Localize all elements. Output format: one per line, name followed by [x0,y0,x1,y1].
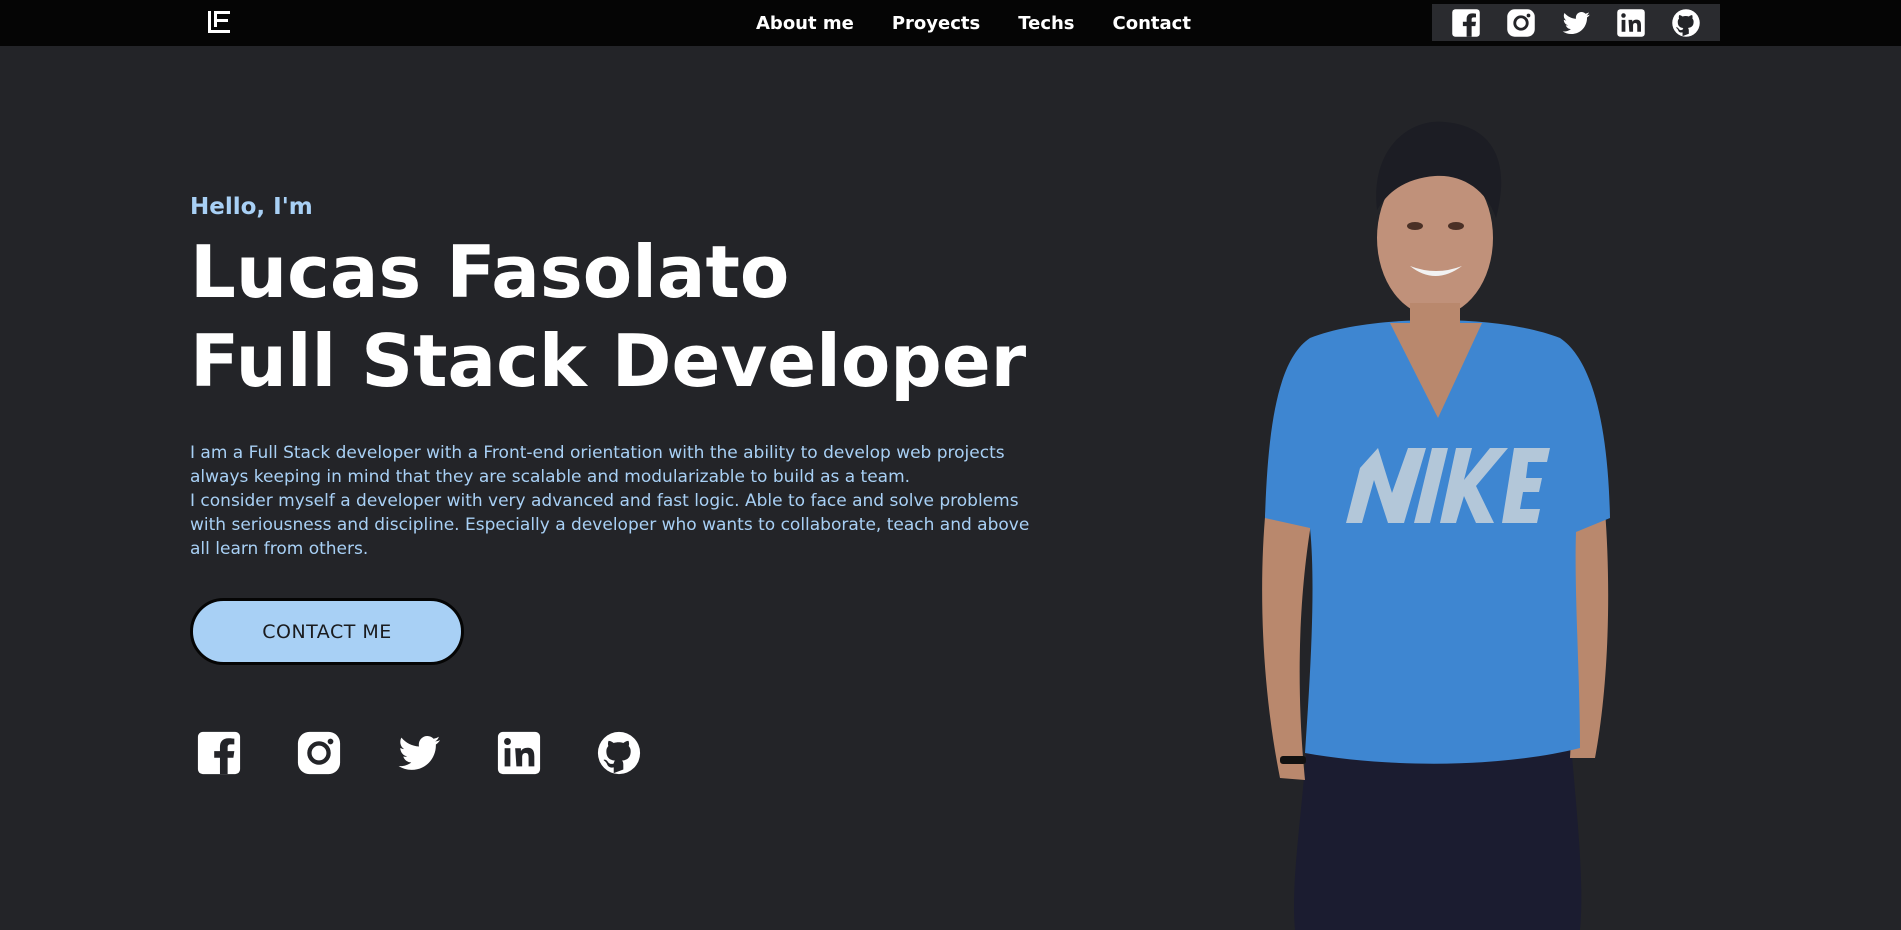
instagram-icon[interactable] [296,730,342,776]
bio-paragraph-1: I am a Full Stack developer with a Front… [190,443,1005,487]
facebook-icon[interactable] [196,730,242,776]
nav-link-about-me[interactable]: About me [756,13,854,34]
hero-bio: I am a Full Stack developer with a Front… [190,441,1040,561]
lf-logo-icon[interactable] [207,10,231,34]
hero-title: Lucas Fasolato Full Stack Developer [190,228,1026,406]
nav-social-links [1432,4,1720,41]
linkedin-icon[interactable] [496,730,542,776]
linkedin-icon[interactable] [1616,8,1646,38]
twitter-icon[interactable] [1561,8,1591,38]
instagram-icon[interactable] [1506,8,1536,38]
hero-name: Lucas Fasolato [190,230,790,314]
github-icon[interactable] [596,730,642,776]
nav-link-contact[interactable]: Contact [1113,13,1191,34]
hero-role: Full Stack Developer [190,319,1027,403]
twitter-icon[interactable] [396,730,442,776]
contact-me-button[interactable]: CONTACT ME [190,598,464,665]
top-navbar: About me Proyects Techs Contact [0,0,1901,46]
hero-greeting: Hello, I'm [190,194,313,220]
facebook-icon[interactable] [1451,8,1481,38]
hero-social-links [196,730,696,776]
main-nav: About me Proyects Techs Contact [756,0,1229,46]
nav-link-proyects[interactable]: Proyects [892,13,980,34]
github-icon[interactable] [1671,8,1701,38]
profile-photo [1262,121,1610,930]
nav-link-techs[interactable]: Techs [1018,13,1074,34]
bio-paragraph-2: I consider myself a developer with very … [190,491,1030,559]
